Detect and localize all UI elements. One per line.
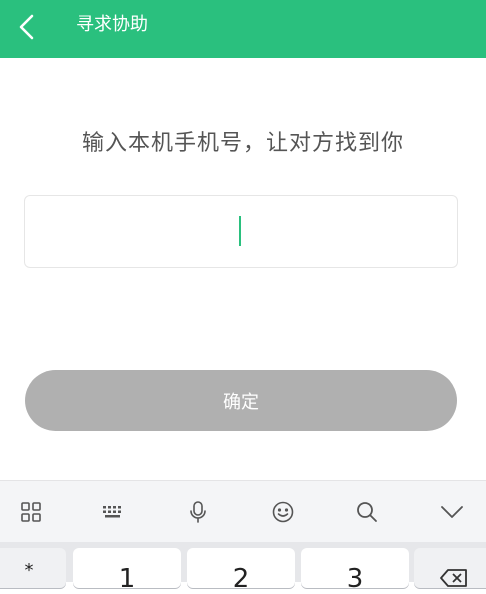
text-cursor	[239, 216, 241, 246]
app-header: 寻求协助	[0, 0, 486, 58]
keyboard-toolbar	[0, 480, 486, 542]
key-star[interactable]: *	[0, 548, 66, 588]
search-icon[interactable]	[351, 496, 383, 528]
key-3-label: 3	[346, 564, 364, 594]
keyboard-icon[interactable]	[97, 496, 129, 528]
phone-number-input[interactable]	[25, 196, 457, 267]
phone-prompt-text: 输入本机手机号，让对方找到你	[81, 131, 404, 156]
keyboard-keys: * 1 2 3	[0, 542, 486, 592]
grid-icon[interactable]	[15, 496, 47, 528]
page-title: 寻求协助	[76, 14, 148, 35]
backspace-icon	[440, 569, 467, 587]
key-1-label: 1	[118, 564, 136, 594]
key-star-label: *	[24, 560, 34, 581]
key-2-label: 2	[232, 564, 250, 594]
back-button[interactable]	[10, 10, 44, 44]
microphone-icon[interactable]	[182, 496, 214, 528]
key-1[interactable]: 1	[73, 548, 181, 594]
confirm-button[interactable]: 确定	[25, 370, 457, 431]
key-3[interactable]: 3	[301, 548, 409, 594]
chevron-left-icon	[19, 14, 34, 40]
key-2[interactable]: 2	[187, 548, 295, 594]
chevron-down-icon[interactable]	[436, 496, 468, 528]
delete-key[interactable]	[414, 548, 486, 588]
emoji-icon[interactable]	[267, 496, 299, 528]
phone-number-field[interactable]	[24, 195, 458, 268]
